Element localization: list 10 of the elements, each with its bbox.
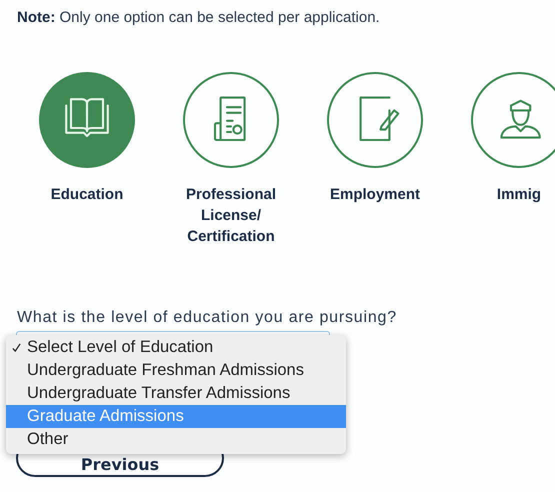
dropdown-option[interactable]: Undergraduate Transfer Admissions (6, 382, 346, 405)
category-label: Education (50, 185, 124, 205)
category-label: Professional License/ Certification (184, 185, 278, 247)
category-label: Immig (496, 185, 542, 205)
dropdown-option[interactable]: Undergraduate Freshman Admissions (6, 359, 346, 382)
category-label: Employment (328, 185, 421, 205)
question-text: What is the level of education you are pursuing? (17, 309, 398, 327)
dropdown-option[interactable]: Select Level of Education (6, 336, 346, 359)
checkmark-icon (12, 342, 21, 352)
note-text: Note: Only one option can be selected per application. (17, 9, 381, 26)
